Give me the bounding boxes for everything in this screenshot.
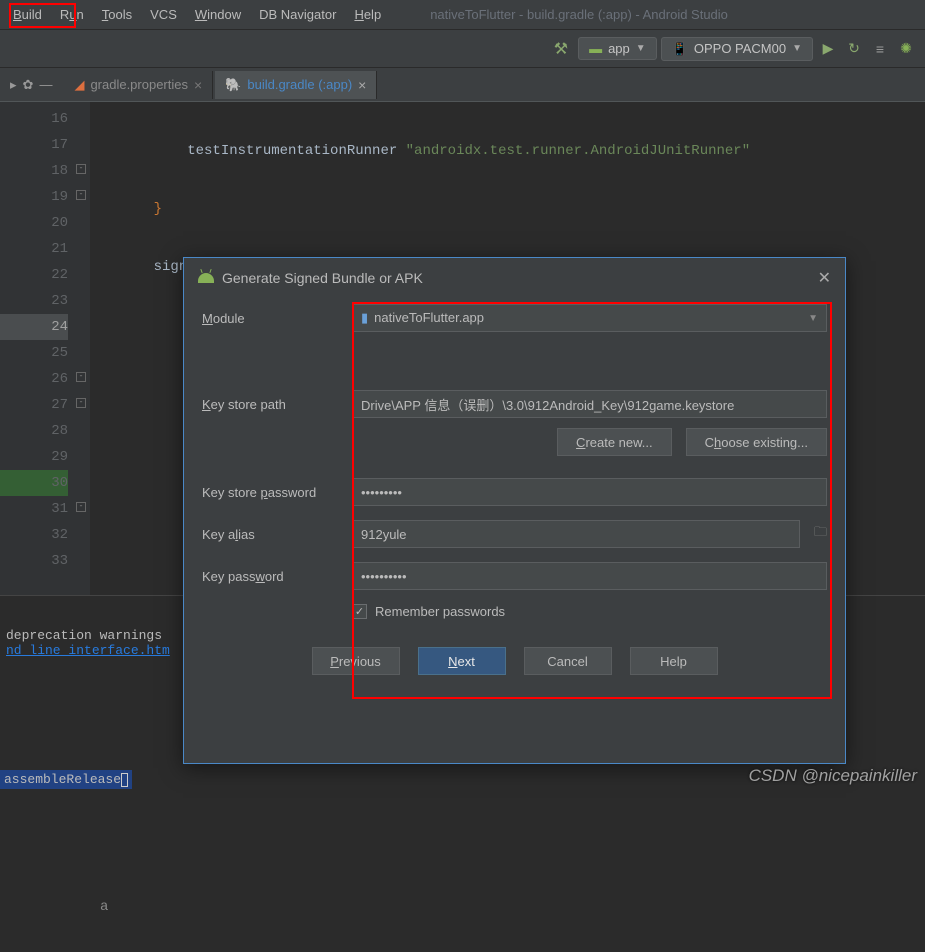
project-title: nativeToFlutter - build.gradle (:app) - … (430, 7, 728, 22)
minimize-icon[interactable]: — (39, 77, 52, 93)
device-selector[interactable]: 📱 OPPO PACM00▼ (661, 37, 813, 61)
remember-checkbox[interactable]: ✓ (352, 604, 367, 619)
module-select[interactable]: ▮nativeToFlutter.app ▼ (352, 304, 827, 332)
run-icon[interactable]: ▶ (817, 38, 839, 60)
menu-tools[interactable]: Tools (93, 3, 141, 26)
module-label: Module (202, 311, 352, 326)
menu-dbnav[interactable]: DB Navigator (250, 3, 345, 26)
key-password-label: Key password (202, 569, 352, 584)
close-icon[interactable]: × (358, 77, 366, 93)
gradle-icon: 🐘 (225, 77, 241, 93)
watermark: CSDN @nicepainkiller (749, 766, 917, 786)
android-icon: ▬ (589, 41, 602, 56)
close-icon[interactable]: ✕ (818, 268, 831, 288)
tab-gradle-properties[interactable]: ◢ gradle.properties × (64, 71, 213, 99)
create-new-button[interactable]: Create new... (557, 428, 672, 456)
debug-icon[interactable]: ✺ (895, 38, 917, 60)
remember-label: Remember passwords (375, 604, 505, 619)
menu-bar: Build Run Tools VCS Window DB Navigator … (0, 0, 925, 30)
editor-tabs: ▸ ✿ — ◢ gradle.properties × 🐘 build.grad… (0, 68, 925, 102)
menu-build[interactable]: Build (4, 3, 51, 26)
folder-icon[interactable]: 🗀 (814, 523, 827, 545)
command-line: assembleRelease (0, 770, 132, 789)
keystore-password-label: Key store password (202, 485, 352, 500)
key-alias-label: Key alias (202, 527, 352, 542)
line-gutter: 161718-19- 20212223 242526-27- 28293031-… (0, 102, 90, 632)
docs-link[interactable]: nd_line_interface.htm (6, 643, 170, 658)
close-icon[interactable]: × (194, 77, 202, 93)
generate-signed-dialog: Generate Signed Bundle or APK ✕ Module ▮… (183, 257, 846, 764)
android-icon (198, 273, 214, 283)
previous-button[interactable]: Previous (312, 647, 400, 675)
chevron-down-icon: ▼ (808, 313, 818, 324)
next-button[interactable]: Next (418, 647, 506, 675)
run-config-selector[interactable]: ▬ app▼ (578, 37, 657, 60)
menu-help[interactable]: Help (345, 3, 390, 26)
keystore-path-field[interactable]: Drive\APP 信息（误删）\3.0\912Android_Key\912g… (352, 390, 827, 418)
dialog-titlebar: Generate Signed Bundle or APK ✕ (184, 258, 845, 298)
module-icon: ▮ (361, 310, 368, 325)
menu-run[interactable]: Run (51, 3, 93, 26)
keystore-path-label: Key store path (202, 397, 352, 412)
phone-icon: 📱 (672, 41, 688, 57)
key-password-field[interactable]: •••••••••• (352, 562, 827, 590)
tab-build-gradle[interactable]: 🐘 build.gradle (:app) × (215, 71, 377, 99)
menu-window[interactable]: Window (186, 3, 250, 26)
choose-existing-button[interactable]: Choose existing... (686, 428, 827, 456)
apply-changes-icon[interactable]: ↻ (843, 38, 865, 60)
build-icon[interactable]: ⚒ (554, 39, 568, 59)
profile-icon[interactable]: ≡ (869, 38, 891, 60)
back-icon[interactable]: ▸ (10, 77, 17, 93)
file-icon: ◢ (74, 77, 84, 93)
help-button[interactable]: Help (630, 647, 718, 675)
dialog-title: Generate Signed Bundle or APK (222, 270, 423, 286)
keystore-password-field[interactable]: ••••••••• (352, 478, 827, 506)
gear-icon[interactable]: ✿ (23, 77, 34, 93)
menu-vcs[interactable]: VCS (141, 3, 186, 26)
key-alias-field[interactable]: 912yule (352, 520, 800, 548)
toolbar: ⚒ ▬ app▼ 📱 OPPO PACM00▼ ▶ ↻ ≡ ✺ (0, 30, 925, 68)
cancel-button[interactable]: Cancel (524, 647, 612, 675)
